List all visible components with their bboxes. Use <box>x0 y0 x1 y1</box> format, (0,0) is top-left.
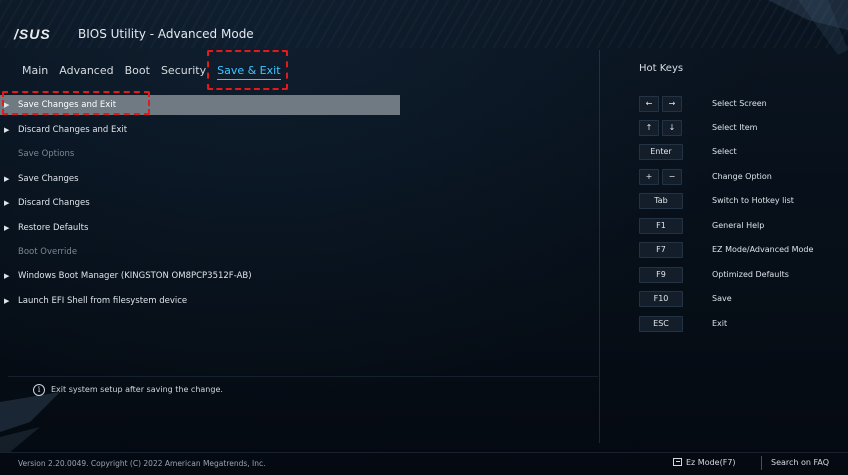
chevron-right-icon: ▶ <box>4 175 10 183</box>
ez-mode-label: Ez Mode(F7) <box>686 458 736 467</box>
menu-item-label: Discard Changes and Exit <box>18 125 128 135</box>
menu-item-label: Restore Defaults <box>18 223 89 233</box>
help-divider <box>8 376 598 377</box>
menu-section-header: Boot Override <box>0 242 400 262</box>
hotkey-key: Tab <box>639 193 683 209</box>
exit-icon <box>673 458 682 466</box>
hotkey-description: Change Option <box>712 172 772 181</box>
tab-main[interactable]: Main <box>22 62 48 80</box>
hotkey-description: Optimized Defaults <box>712 270 789 279</box>
chevron-right-icon: ▶ <box>4 199 10 207</box>
hotkey-key: + <box>639 169 659 185</box>
footer-divider <box>0 452 848 453</box>
menu-item[interactable]: ▶ Discard Changes <box>0 193 400 213</box>
menu-item-label: Boot Override <box>18 247 78 257</box>
hotkey-key: ← <box>639 96 659 112</box>
hotkey-key: F10 <box>639 291 683 307</box>
page-title: BIOS Utility - Advanced Mode <box>78 27 254 41</box>
chevron-right-icon: ▶ <box>4 272 10 280</box>
menu-item-label: Save Changes <box>18 174 79 184</box>
hotkey-description: Exit <box>712 319 728 328</box>
chevron-right-icon: ▶ <box>4 297 10 305</box>
bios-screen: /SUS BIOS Utility - Advanced Mode Main Ad… <box>0 0 848 475</box>
hotkey-description: Switch to Hotkey list <box>712 196 794 205</box>
hotkey-description: Select <box>712 147 737 156</box>
menu-item[interactable]: ▶ Launch EFI Shell from filesystem device <box>0 291 400 311</box>
version-text: Version 2.20.0049. Copyright (C) 2022 Am… <box>18 459 266 468</box>
hotkeys-title: Hot Keys <box>639 63 684 74</box>
hotkey-key: − <box>662 169 682 185</box>
hotkey-description: EZ Mode/Advanced Mode <box>712 245 814 254</box>
hotkey-description: Save <box>712 294 732 303</box>
hotkey-key: F9 <box>639 267 683 283</box>
tab-security[interactable]: Security <box>161 62 206 80</box>
corner-decoration-left <box>0 392 60 452</box>
footer-separator <box>761 456 762 470</box>
menu-item[interactable]: ▶ Restore Defaults <box>0 218 400 238</box>
search-faq-button[interactable]: Search on FAQ <box>771 458 829 467</box>
help-text: Exit system setup after saving the chang… <box>51 385 223 394</box>
chevron-right-icon: ▶ <box>4 126 10 134</box>
ez-mode-button[interactable]: Ez Mode(F7) <box>673 458 736 467</box>
active-tab-annotation <box>207 50 288 90</box>
hotkey-description: General Help <box>712 221 765 230</box>
hotkey-key: F7 <box>639 242 683 258</box>
hotkey-key: Enter <box>639 144 683 160</box>
hotkey-description: Select Screen <box>712 99 767 108</box>
corner-decoration-right <box>768 0 848 55</box>
hotkey-description: Select Item <box>712 123 758 132</box>
hotkey-key: ↓ <box>662 120 682 136</box>
menu-item-label: Discard Changes <box>18 198 90 208</box>
selected-item-annotation <box>2 91 150 115</box>
hotkey-key: → <box>662 96 682 112</box>
menu-item-label: Launch EFI Shell from filesystem device <box>18 296 188 306</box>
asus-logo: /SUS <box>14 26 51 42</box>
hotkey-key: F1 <box>639 218 683 234</box>
menu-section-header: Save Options <box>0 144 400 164</box>
tab-boot[interactable]: Boot <box>125 62 150 80</box>
menu-item-label: Save Options <box>18 149 75 159</box>
menu-item[interactable]: ▶ Save Changes <box>0 169 400 189</box>
hotkey-key: ESC <box>639 316 683 332</box>
tab-advanced[interactable]: Advanced <box>59 62 113 80</box>
panel-divider <box>599 50 600 443</box>
hotkey-key: ↑ <box>639 120 659 136</box>
menu-item[interactable]: ▶ Windows Boot Manager (KINGSTON OM8PCP35… <box>0 266 400 286</box>
chevron-right-icon: ▶ <box>4 224 10 232</box>
menu-item[interactable]: ▶ Discard Changes and Exit <box>0 120 400 140</box>
menu-item-label: Windows Boot Manager (KINGSTON OM8PCP351… <box>18 271 252 281</box>
info-icon: i <box>33 384 45 396</box>
